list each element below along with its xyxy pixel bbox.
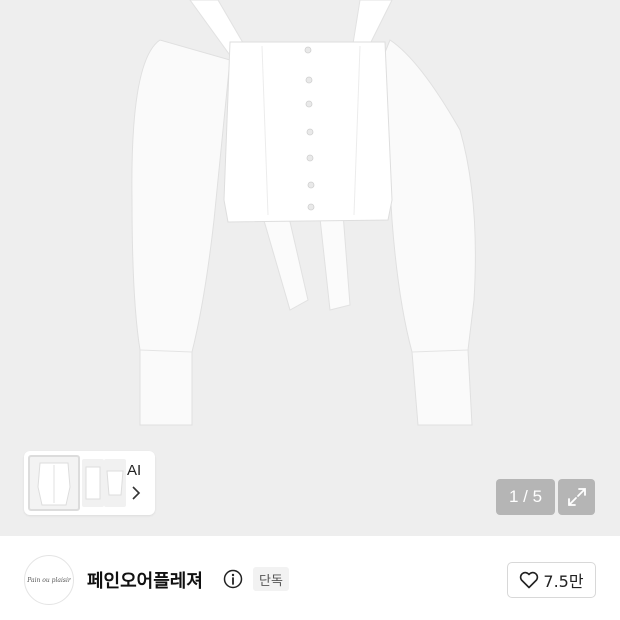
brand-name[interactable]: 페인오어플레져 (87, 567, 203, 593)
heart-icon (520, 571, 539, 589)
thumbnail-strip[interactable] (24, 451, 155, 515)
like-count: 7.5만 (543, 572, 584, 591)
expand-icon (567, 488, 586, 506)
expand-button[interactable] (558, 479, 595, 515)
info-icon[interactable] (223, 569, 243, 589)
thumbnail-2[interactable] (82, 459, 104, 507)
thumbnail-1[interactable] (28, 455, 80, 511)
brand-row: Pain ou plaisir 페인오어플레져 단독 7.5만 (0, 536, 620, 620)
exclusive-badge: 단독 (253, 567, 289, 591)
thumbnail-more-label[interactable]: AI (127, 462, 141, 479)
chevron-right-icon[interactable] (131, 486, 141, 503)
brand-logo-text: Pain ou plaisir (27, 576, 71, 584)
brand-logo[interactable]: Pain ou plaisir (24, 555, 74, 605)
like-button[interactable]: 7.5만 (507, 562, 596, 598)
page-counter: 1 / 5 (496, 479, 555, 515)
thumbnail-3[interactable] (104, 459, 126, 507)
